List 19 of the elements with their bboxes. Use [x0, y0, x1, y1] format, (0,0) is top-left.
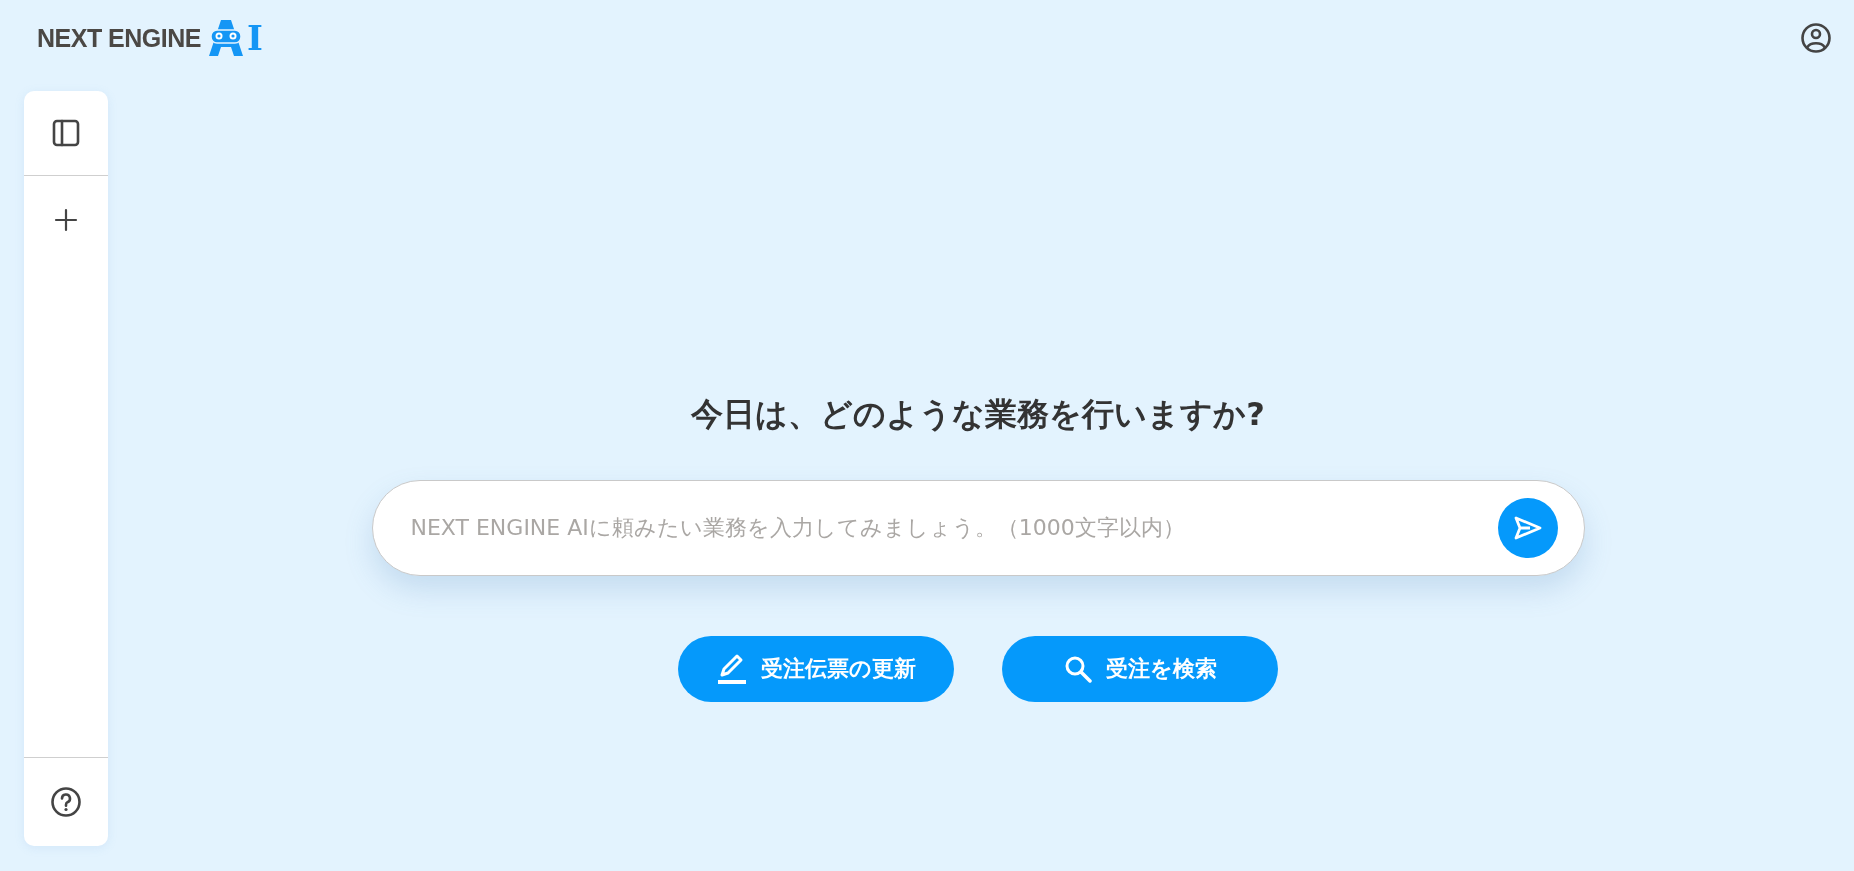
logo-letter: I	[247, 21, 263, 55]
sidebar-icon	[51, 118, 81, 148]
robot-logo-icon	[207, 18, 245, 58]
prompt-input[interactable]: NEXT ENGINE AIに頼みたい業務を入力してみましょう。（1000文字以内）	[408, 514, 1498, 542]
page-heading: 今日は、どのような業務を行いますか?	[691, 394, 1265, 435]
search-icon	[1063, 654, 1092, 683]
help-button[interactable]	[50, 786, 82, 818]
account-button[interactable]	[1800, 22, 1832, 54]
help-icon	[50, 786, 82, 818]
new-chat-button[interactable]	[54, 208, 78, 232]
send-icon	[1512, 514, 1543, 541]
sidebar-toggle-button[interactable]	[51, 118, 81, 148]
user-icon	[1800, 22, 1832, 54]
logo-text: NEXT ENGINE	[37, 23, 201, 53]
prompt-field[interactable]: NEXT ENGINE AIに頼みたい業務を入力してみましょう。（1000文字以内）	[371, 479, 1585, 576]
plus-icon	[54, 208, 78, 232]
action-button[interactable]: 受注伝票の更新	[678, 635, 954, 702]
pencil-icon	[716, 652, 747, 685]
action-button[interactable]: 受注を検索	[1002, 635, 1278, 702]
